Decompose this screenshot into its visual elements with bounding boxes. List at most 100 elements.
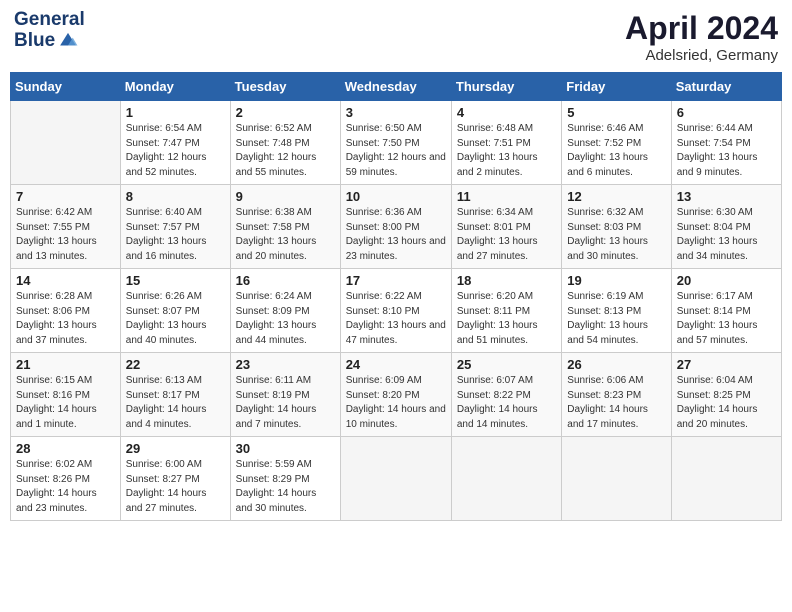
day-info: Sunrise: 6:22 AM Sunset: 8:10 PM Dayligh…: [346, 290, 446, 348]
day-number: 20: [677, 273, 776, 288]
column-header-saturday: Saturday: [671, 73, 781, 101]
day-number: 24: [346, 357, 446, 372]
day-cell: [451, 437, 561, 521]
day-number: 1: [126, 105, 225, 120]
day-info: Sunrise: 6:06 AM Sunset: 8:23 PM Dayligh…: [567, 374, 665, 432]
day-number: 9: [236, 189, 335, 204]
column-header-sunday: Sunday: [11, 73, 121, 101]
day-number: 27: [677, 357, 776, 372]
day-cell: 19 Sunrise: 6:19 AM Sunset: 8:13 PM Dayli…: [562, 269, 671, 353]
calendar-title: April 2024: [625, 10, 778, 47]
day-number: 26: [567, 357, 665, 372]
day-info: Sunrise: 6:00 AM Sunset: 8:27 PM Dayligh…: [126, 458, 225, 516]
day-info: Sunrise: 6:13 AM Sunset: 8:17 PM Dayligh…: [126, 374, 225, 432]
day-number: 7: [16, 189, 115, 204]
week-row-4: 21 Sunrise: 6:15 AM Sunset: 8:16 PM Dayli…: [11, 353, 782, 437]
logo-line1: General: [14, 10, 85, 29]
column-header-monday: Monday: [120, 73, 230, 101]
day-cell: 8 Sunrise: 6:40 AM Sunset: 7:57 PM Daylig…: [120, 185, 230, 269]
day-number: 25: [457, 357, 556, 372]
day-cell: 26 Sunrise: 6:06 AM Sunset: 8:23 PM Dayli…: [562, 353, 671, 437]
day-info: Sunrise: 6:44 AM Sunset: 7:54 PM Dayligh…: [677, 122, 776, 180]
day-number: 15: [126, 273, 225, 288]
day-cell: 6Sunrise: 6:44 AM Sunset: 7:54 PM Daylig…: [671, 101, 781, 185]
logo: General Blue: [14, 10, 85, 51]
day-cell: 16 Sunrise: 6:24 AM Sunset: 8:09 PM Dayli…: [230, 269, 340, 353]
calendar-table: SundayMondayTuesdayWednesdayThursdayFrid…: [10, 72, 782, 521]
week-row-3: 14Sunrise: 6:28 AM Sunset: 8:06 PM Dayli…: [11, 269, 782, 353]
title-block: April 2024 Adelsried, Germany: [625, 10, 778, 64]
logo-line2: Blue: [14, 29, 79, 51]
day-cell: 5 Sunrise: 6:46 AM Sunset: 7:52 PM Daylig…: [562, 101, 671, 185]
day-number: 13: [677, 189, 776, 204]
day-info: Sunrise: 5:59 AM Sunset: 8:29 PM Dayligh…: [236, 458, 335, 516]
day-info: Sunrise: 6:19 AM Sunset: 8:13 PM Dayligh…: [567, 290, 665, 348]
day-cell: 28 Sunrise: 6:02 AM Sunset: 8:26 PM Dayli…: [11, 437, 121, 521]
day-number: 19: [567, 273, 665, 288]
day-cell: [11, 101, 121, 185]
day-cell: 2 Sunrise: 6:52 AM Sunset: 7:48 PM Daylig…: [230, 101, 340, 185]
day-cell: 13Sunrise: 6:30 AM Sunset: 8:04 PM Dayli…: [671, 185, 781, 269]
day-info: Sunrise: 6:24 AM Sunset: 8:09 PM Dayligh…: [236, 290, 335, 348]
day-cell: 14Sunrise: 6:28 AM Sunset: 8:06 PM Dayli…: [11, 269, 121, 353]
day-number: 29: [126, 441, 225, 456]
day-cell: 4Sunrise: 6:48 AM Sunset: 7:51 PM Daylig…: [451, 101, 561, 185]
day-number: 23: [236, 357, 335, 372]
day-info: Sunrise: 6:20 AM Sunset: 8:11 PM Dayligh…: [457, 290, 556, 348]
day-cell: 21 Sunrise: 6:15 AM Sunset: 8:16 PM Dayli…: [11, 353, 121, 437]
day-number: 3: [346, 105, 446, 120]
day-info: Sunrise: 6:02 AM Sunset: 8:26 PM Dayligh…: [16, 458, 115, 516]
day-info: Sunrise: 6:42 AM Sunset: 7:55 PM Dayligh…: [16, 206, 115, 264]
day-cell: 7 Sunrise: 6:42 AM Sunset: 7:55 PM Daylig…: [11, 185, 121, 269]
day-number: 5: [567, 105, 665, 120]
day-cell: 24Sunrise: 6:09 AM Sunset: 8:20 PM Dayli…: [340, 353, 451, 437]
day-cell: [340, 437, 451, 521]
day-number: 10: [346, 189, 446, 204]
page-header: General Blue April 2024 Adelsried, Germa…: [10, 10, 782, 64]
day-info: Sunrise: 6:50 AM Sunset: 7:50 PM Dayligh…: [346, 122, 446, 180]
day-number: 22: [126, 357, 225, 372]
logo-icon: [57, 29, 79, 51]
day-cell: 11 Sunrise: 6:34 AM Sunset: 8:01 PM Dayli…: [451, 185, 561, 269]
day-info: Sunrise: 6:07 AM Sunset: 8:22 PM Dayligh…: [457, 374, 556, 432]
day-info: Sunrise: 6:52 AM Sunset: 7:48 PM Dayligh…: [236, 122, 335, 180]
day-cell: 18Sunrise: 6:20 AM Sunset: 8:11 PM Dayli…: [451, 269, 561, 353]
day-number: 16: [236, 273, 335, 288]
day-cell: [562, 437, 671, 521]
day-cell: 29 Sunrise: 6:00 AM Sunset: 8:27 PM Dayli…: [120, 437, 230, 521]
day-number: 12: [567, 189, 665, 204]
day-info: Sunrise: 6:40 AM Sunset: 7:57 PM Dayligh…: [126, 206, 225, 264]
day-cell: 3 Sunrise: 6:50 AM Sunset: 7:50 PM Daylig…: [340, 101, 451, 185]
day-cell: 30 Sunrise: 5:59 AM Sunset: 8:29 PM Dayli…: [230, 437, 340, 521]
day-cell: 17Sunrise: 6:22 AM Sunset: 8:10 PM Dayli…: [340, 269, 451, 353]
day-info: Sunrise: 6:46 AM Sunset: 7:52 PM Dayligh…: [567, 122, 665, 180]
day-cell: 1 Sunrise: 6:54 AM Sunset: 7:47 PM Daylig…: [120, 101, 230, 185]
day-cell: [671, 437, 781, 521]
header-row: SundayMondayTuesdayWednesdayThursdayFrid…: [11, 73, 782, 101]
day-info: Sunrise: 6:11 AM Sunset: 8:19 PM Dayligh…: [236, 374, 335, 432]
day-number: 8: [126, 189, 225, 204]
day-number: 2: [236, 105, 335, 120]
day-info: Sunrise: 6:15 AM Sunset: 8:16 PM Dayligh…: [16, 374, 115, 432]
day-info: Sunrise: 6:04 AM Sunset: 8:25 PM Dayligh…: [677, 374, 776, 432]
week-row-2: 7 Sunrise: 6:42 AM Sunset: 7:55 PM Daylig…: [11, 185, 782, 269]
day-number: 30: [236, 441, 335, 456]
day-cell: 20 Sunrise: 6:17 AM Sunset: 8:14 PM Dayli…: [671, 269, 781, 353]
day-info: Sunrise: 6:17 AM Sunset: 8:14 PM Dayligh…: [677, 290, 776, 348]
calendar-subtitle: Adelsried, Germany: [625, 47, 778, 64]
week-row-5: 28 Sunrise: 6:02 AM Sunset: 8:26 PM Dayli…: [11, 437, 782, 521]
day-info: Sunrise: 6:38 AM Sunset: 7:58 PM Dayligh…: [236, 206, 335, 264]
day-cell: 27 Sunrise: 6:04 AM Sunset: 8:25 PM Dayli…: [671, 353, 781, 437]
column-header-friday: Friday: [562, 73, 671, 101]
day-info: Sunrise: 6:36 AM Sunset: 8:00 PM Dayligh…: [346, 206, 446, 264]
day-number: 14: [16, 273, 115, 288]
day-info: Sunrise: 6:26 AM Sunset: 8:07 PM Dayligh…: [126, 290, 225, 348]
day-info: Sunrise: 6:34 AM Sunset: 8:01 PM Dayligh…: [457, 206, 556, 264]
day-number: 21: [16, 357, 115, 372]
day-number: 11: [457, 189, 556, 204]
day-number: 4: [457, 105, 556, 120]
day-info: Sunrise: 6:54 AM Sunset: 7:47 PM Dayligh…: [126, 122, 225, 180]
column-header-wednesday: Wednesday: [340, 73, 451, 101]
day-cell: 25 Sunrise: 6:07 AM Sunset: 8:22 PM Dayli…: [451, 353, 561, 437]
day-number: 28: [16, 441, 115, 456]
